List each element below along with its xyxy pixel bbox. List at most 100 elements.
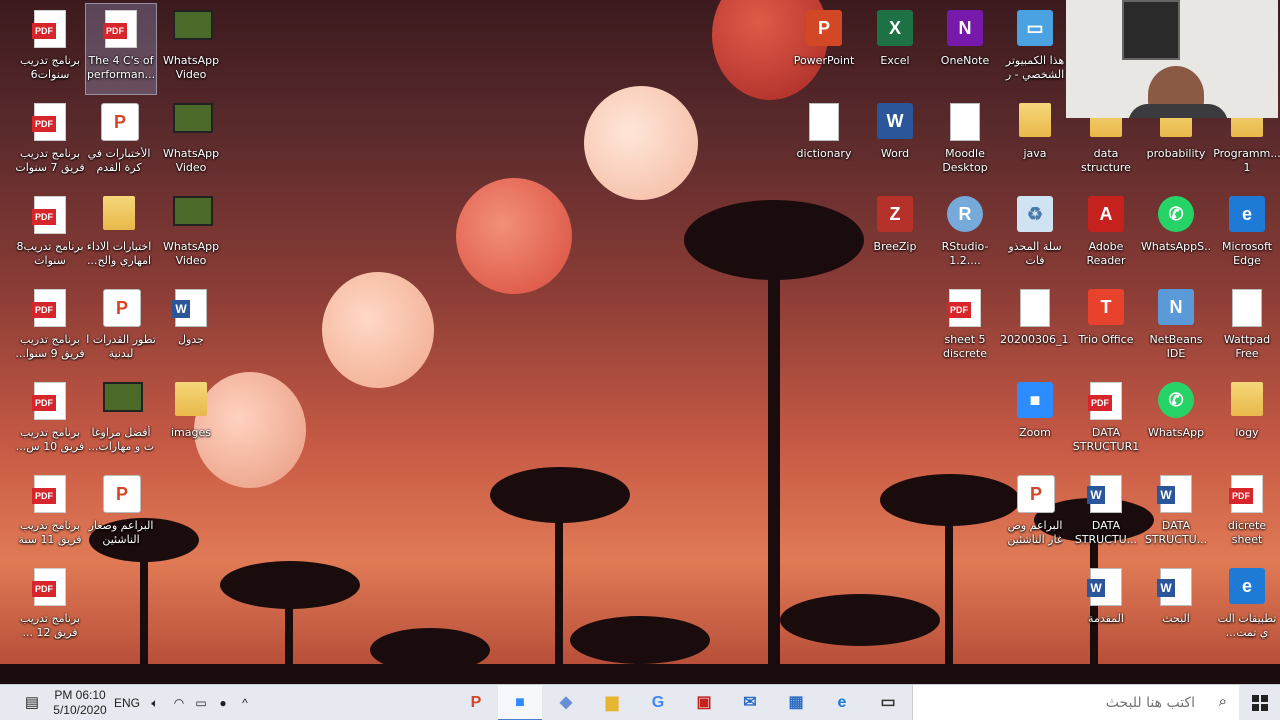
desktop-icon[interactable]: PDF برنامج تدريب فريق 7 سنوات (15, 97, 85, 187)
pdf-badge: PDF (32, 488, 56, 504)
desktop-icon[interactable]: PDF dicrete sheet 6 (1212, 469, 1280, 559)
icon-image: P (806, 10, 842, 50)
desktop-icon[interactable]: W المقدمة (1071, 562, 1141, 652)
desktop-icon[interactable]: W البحث (1141, 562, 1211, 652)
desktop-icon[interactable]: dictionary (789, 97, 859, 187)
taskbar-app-store[interactable]: ▦ (774, 685, 818, 720)
desktop-icon[interactable]: P البراعم وصغار الناشئين (86, 469, 156, 559)
taskbar-app-powerpoint[interactable]: P (454, 685, 498, 720)
desktop-icon[interactable]: ■ Zoom (1000, 376, 1070, 466)
folder-icon (175, 382, 207, 416)
desktop-icon[interactable]: WhatsApp Video 2020-... (156, 190, 226, 280)
desktop-icon[interactable]: W DATA STRUCTU... (1071, 469, 1141, 559)
desktop-icon-label: DATA STRUCTU... (1074, 519, 1138, 546)
taskbar: ▤ PM 06:10 5/10/2020 ENG 🔈︎ ◠ ▭ ● ^ P ■ ◆ ▆… (0, 684, 1280, 720)
pdf-file-icon: PDF (32, 103, 66, 141)
taskbar-app-chrome[interactable]: G (636, 685, 680, 720)
desktop-icon[interactable]: P البراعم وص غار الناشئين (1000, 469, 1070, 559)
desktop-icon-label: DATA STRUCTUR1 (1072, 426, 1140, 453)
desktop-icon[interactable]: java (1000, 97, 1070, 187)
desktop-icon[interactable]: P PowerPoint (789, 4, 859, 94)
taskbar-app-reader[interactable]: ▣ (682, 685, 726, 720)
desktop-icon[interactable]: PDF برنامج تدريب ...فريق 10 س (15, 376, 85, 466)
desktop-icon[interactable]: e تطبيقات الت ...ي تمت إزالتها (1212, 562, 1280, 652)
desktop-icon[interactable]: images (156, 376, 226, 466)
language-indicator[interactable]: ENG (112, 685, 142, 720)
desktop-icon[interactable]: PDF برنامج تدريب فريق 11 سنة (15, 469, 85, 559)
desktop-icon[interactable]: W جدول (156, 283, 226, 373)
icon-image: ♻ (1017, 196, 1053, 236)
desktop-icon[interactable]: ▭ هذا الكمبيوتر الشخصي - ر (1000, 4, 1070, 94)
taskbar-app-virtualbox[interactable]: ◆ (544, 685, 588, 720)
desktop-icon[interactable]: N NetBeans IDE 8.0.2 (1141, 283, 1211, 373)
pdf-file-icon: PDF (1088, 382, 1122, 420)
desktop-icon[interactable]: ✆ WhatsApp (1141, 376, 1211, 466)
desktop-icon[interactable]: P الأختبارات في كرة القدم (84, 97, 154, 187)
icon-image: ✆ (1158, 196, 1194, 236)
desktop-icon[interactable]: WhatsApp Video 2020-... (156, 4, 226, 94)
app-icon: T (1088, 289, 1124, 325)
desktop-icon[interactable]: W DATA STRUCTU... (1141, 469, 1211, 559)
desktop-icon-label: Excel (880, 54, 910, 67)
desktop-icon[interactable]: أفضل مراوغا ...ت و مهارات (86, 376, 156, 466)
desktop-icon[interactable]: Wattpad Free Books and ... (1212, 283, 1280, 373)
pdf-badge: PDF (32, 23, 56, 39)
search-input[interactable] (923, 685, 1197, 720)
desktop-icon[interactable]: WhatsApp Video 2020-... (156, 97, 226, 187)
microphone-icon[interactable]: ● (212, 685, 234, 720)
powerpoint-icon: P (470, 694, 482, 711)
wifi-icon[interactable]: ◠ (168, 685, 190, 720)
desktop-icon[interactable]: Z BreeZip (860, 190, 930, 280)
desktop-icon-label: NetBeans IDE 8.0.2 (1149, 333, 1203, 360)
desktop-icon-label: logy (1235, 426, 1259, 439)
clock[interactable]: PM 06:10 5/10/2020 (50, 685, 110, 720)
chevron-up-icon[interactable]: ^ (234, 685, 256, 720)
battery-icon[interactable]: ▭ (190, 685, 212, 720)
taskbar-app-file-explorer[interactable]: ▆ (590, 685, 634, 720)
taskbar-app-mail[interactable]: ✉ (728, 685, 772, 720)
file-icon (950, 103, 980, 141)
desktop-icon-label: Zoom (1019, 426, 1051, 439)
desktop-icon[interactable]: W Word (860, 97, 930, 187)
taskbar-app-task-view[interactable]: ▭ (866, 685, 910, 720)
pdf-badge: PDF (947, 302, 971, 318)
chrome-icon: G (651, 694, 665, 711)
desktop-icon-label: Wattpad Free Books and ... (1223, 333, 1271, 360)
icon-image (173, 10, 213, 50)
desktop-icon[interactable]: PDF برنامج تدريب ... فريق 12 (15, 562, 85, 652)
desktop-icon[interactable]: X Excel (860, 4, 930, 94)
word-file-icon: W (1157, 475, 1192, 513)
desktop-icon[interactable]: logy (1212, 376, 1280, 466)
desktop-icon[interactable]: 20200306_1... (1000, 283, 1070, 373)
taskbar-app-edge[interactable]: e (820, 685, 864, 720)
icon-image (173, 196, 213, 236)
desktop-icon[interactable]: T Trio Office (1071, 283, 1141, 373)
edge-icon: e (837, 694, 847, 711)
desktop-icon[interactable]: N OneNote (930, 4, 1000, 94)
video-file-icon (173, 10, 213, 40)
desktop-icon[interactable]: P تطور القدرات ا لبدنية (86, 283, 156, 373)
desktop-icon[interactable]: ♻ سلة المحذو فات (1000, 190, 1070, 280)
desktop-icon[interactable]: PDF برنامج تدريب8 سنوات (15, 190, 85, 280)
volume-icon[interactable]: 🔈︎ (144, 685, 166, 720)
desktop-icon[interactable]: PDF برنامج تدريب ...فريق 9 سنوا (15, 283, 85, 373)
recycle-bin-icon: ♻ (1017, 196, 1053, 232)
desktop-icon[interactable]: A Adobe Reader Touch (1071, 190, 1141, 280)
icon-image: PDF (32, 475, 68, 515)
taskbar-app-zoom[interactable]: ■ (498, 685, 542, 720)
desktop-icon[interactable]: e Microsoft Edge (1212, 190, 1280, 280)
desktop-icon[interactable]: Moodle Desktop (930, 97, 1000, 187)
desktop-icon[interactable]: PDF برنامج تدريب 6سنوات (15, 4, 85, 94)
notification-icon[interactable]: ▤ (18, 685, 46, 720)
start-button[interactable] (1240, 685, 1280, 720)
desktop-icon[interactable]: PDF sheet 5 discrete (930, 283, 1000, 373)
desktop-icon[interactable]: R RStudio-1.2.... (930, 190, 1000, 280)
desktop-icon[interactable]: PDF The 4 C's of performan... (85, 3, 157, 95)
desktop-icon[interactable]: اختبارات الاداء ...امهاري والح (84, 190, 154, 280)
icon-image (173, 103, 213, 143)
folder-icon (1019, 103, 1051, 137)
icon-image: PDF (1229, 475, 1265, 515)
search-box[interactable]: ⌕ (912, 685, 1239, 720)
desktop-icon[interactable]: PDF DATA STRUCTUR1 (1071, 376, 1141, 466)
desktop-icon[interactable]: ✆ WhatsAppS... (1141, 190, 1211, 280)
